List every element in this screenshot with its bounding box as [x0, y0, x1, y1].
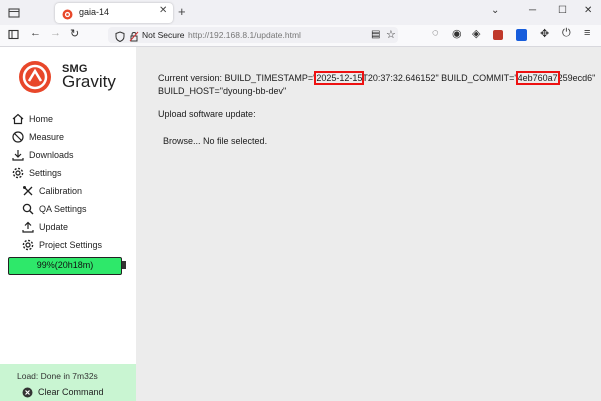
chevron-down-icon[interactable]: ⌄	[491, 5, 499, 16]
ublock-icon[interactable]	[493, 30, 503, 40]
sidebar-item-label: Project Settings	[39, 240, 103, 250]
sidebar-item-label: QA Settings	[39, 204, 87, 214]
puzzle-icon[interactable]: ✥	[540, 27, 549, 40]
forward-icon[interactable]: →	[50, 27, 61, 39]
sidebar-item-label: Update	[39, 222, 69, 232]
browse-button[interactable]: Browse...	[163, 136, 201, 146]
sidebar-item-label: Home	[29, 114, 54, 124]
timestamp-date-highlight: 2025-12-15	[314, 71, 365, 85]
download-icon	[12, 150, 24, 161]
sidebar-item-label: Downloads	[29, 150, 74, 160]
sidebar-toggle-icon[interactable]	[8, 27, 19, 43]
commit-rest: 259ecd6"	[557, 73, 596, 83]
new-tab-icon[interactable]: +	[178, 4, 186, 19]
menu-icon[interactable]: ≡	[584, 27, 590, 39]
upload-icon	[22, 221, 34, 233]
battery-indicator: 99%(20h18m)	[8, 257, 122, 275]
pocket-icon[interactable]: ◌	[432, 27, 439, 39]
security-label[interactable]: Not Secure	[142, 30, 185, 40]
sidebar-item-label: Settings	[29, 168, 62, 178]
current-version-line: Current version: BUILD_TIMESTAMP="2025-1…	[158, 71, 596, 85]
bookmark-star-icon[interactable]: ☆	[386, 28, 396, 41]
gear-icon	[22, 239, 34, 251]
tab-list-icon[interactable]	[8, 5, 22, 18]
reader-view-icon[interactable]: ▤	[371, 29, 380, 40]
maximize-icon[interactable]: ☐	[558, 5, 567, 16]
close-icon[interactable]: ✕	[159, 5, 167, 16]
favicon-icon	[62, 7, 73, 20]
power-icon[interactable]: ⏻	[562, 27, 571, 40]
tab-title: gaia-14	[79, 7, 110, 17]
browser-tab[interactable]: gaia-14 ✕	[55, 3, 173, 23]
home-icon	[12, 113, 24, 125]
brand-title: Gravity	[62, 72, 116, 91]
timestamp-rest: T20:37:32.646152" BUILD_COMMIT="	[362, 73, 518, 83]
insecure-lock-icon[interactable]	[129, 29, 139, 47]
sidebar-item-label: Measure	[29, 132, 65, 142]
clear-command-label: Clear Command	[38, 387, 104, 397]
close-window-icon[interactable]: ✕	[584, 5, 592, 16]
tab-strip: gaia-14 ✕ + ⌄ ─ ☐ ✕	[0, 0, 601, 25]
account-icon[interactable]: ◉	[452, 27, 462, 40]
battery-tip	[122, 261, 126, 269]
shield-icon[interactable]	[115, 29, 125, 47]
extension-icon[interactable]: ◈	[472, 27, 480, 40]
measure-icon	[12, 131, 24, 143]
status-panel: Load: Done in 7m32s Clear Command	[0, 364, 136, 401]
search-icon	[22, 203, 34, 215]
gear-icon	[12, 167, 24, 179]
file-status: No file selected.	[203, 136, 268, 146]
close-circle-icon	[22, 387, 33, 398]
navigation-toolbar: ← → ↻ Not Secure http://192.168.8.1/upda…	[0, 25, 601, 47]
back-icon[interactable]: ←	[30, 27, 41, 39]
logo-icon	[18, 60, 52, 94]
minimize-icon[interactable]: ─	[529, 5, 536, 16]
url-text[interactable]: http://192.168.8.1/update.html	[188, 30, 301, 40]
file-input[interactable]: Browse... No file selected.	[163, 136, 267, 146]
password-manager-icon[interactable]	[516, 29, 527, 41]
upload-label: Upload software update:	[158, 109, 256, 119]
address-bar[interactable]: Not Secure http://192.168.8.1/update.htm…	[108, 27, 398, 43]
battery-label: 99%(20h18m)	[36, 260, 94, 270]
tools-icon	[23, 186, 33, 196]
commit-highlight: 4eb760a7	[515, 71, 560, 85]
reload-icon[interactable]: ↻	[70, 27, 79, 40]
version-prefix: Current version: BUILD_TIMESTAMP="	[158, 73, 317, 83]
status-text: Load: Done in 7m32s	[17, 371, 98, 381]
sidebar: SMG Gravity Home Measure Downloads Setti…	[0, 47, 136, 401]
sidebar-item-label: Calibration	[39, 186, 83, 196]
build-host-line: BUILD_HOST="dyoung-bb-dev"	[158, 86, 287, 96]
